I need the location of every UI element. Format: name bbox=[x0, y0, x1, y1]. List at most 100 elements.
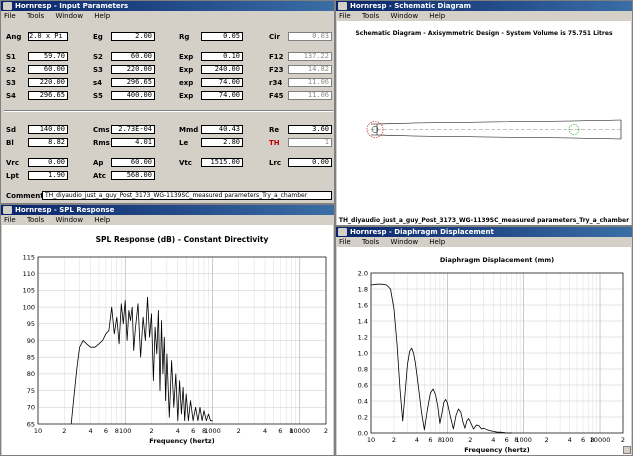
param-field-mmd[interactable]: 40.43 bbox=[201, 125, 243, 134]
param-field-eg[interactable]: 2.00 bbox=[111, 32, 155, 41]
param-label-re: Re bbox=[269, 126, 280, 134]
x-tick-label: 4 bbox=[568, 436, 572, 444]
param-field-f12[interactable]: 137.22 bbox=[288, 52, 332, 61]
menu-window[interactable]: Window bbox=[55, 12, 83, 20]
menu-tools[interactable]: Tools bbox=[362, 12, 379, 20]
input-menubar: File Tools Window Help bbox=[1, 11, 334, 21]
param-field-cms[interactable]: 2.73E-04 bbox=[111, 125, 155, 134]
param-label-s4b: S4 bbox=[6, 92, 16, 100]
window-title: Hornresp - Schematic Diagram bbox=[350, 2, 471, 10]
param-label-f12: F12 bbox=[269, 53, 284, 61]
menu-window[interactable]: Window bbox=[390, 238, 418, 246]
menu-help[interactable]: Help bbox=[94, 216, 110, 224]
param-field-rg[interactable]: 0.05 bbox=[201, 32, 243, 41]
param-field-s3b[interactable]: 220.00 bbox=[28, 78, 68, 87]
y-tick-label: 75 bbox=[27, 387, 35, 395]
param-field-s5[interactable]: 400.00 bbox=[111, 91, 155, 100]
schematic-window: Hornresp - Schematic Diagram File Tools … bbox=[335, 0, 633, 226]
menu-window[interactable]: Window bbox=[55, 216, 83, 224]
input-parameters-titlebar[interactable]: Hornresp - Input Parameters bbox=[1, 1, 334, 11]
y-tick-label: 0.6 bbox=[358, 381, 368, 389]
menu-file[interactable]: File bbox=[4, 12, 16, 20]
param-field-ang[interactable]: 2.0 x Pi bbox=[28, 32, 68, 41]
menu-file[interactable]: File bbox=[339, 238, 351, 246]
schematic-diagram bbox=[366, 119, 622, 140]
displacement-titlebar[interactable]: Hornresp - Diaphragm Displacement bbox=[336, 227, 632, 237]
param-field-r34[interactable]: 11.06 bbox=[288, 78, 332, 87]
x-tick-label: 2 bbox=[62, 427, 66, 435]
menu-file[interactable]: File bbox=[339, 12, 351, 20]
comment-field[interactable]: TH_diyaudio_just_a_guy_Post_3173_WG-1139… bbox=[42, 191, 332, 200]
x-tick-label: 2 bbox=[468, 436, 472, 444]
param-field-lrc[interactable]: 0.00 bbox=[288, 158, 332, 167]
param-label-exp2: Exp bbox=[179, 66, 194, 74]
x-tick-label: 2 bbox=[621, 436, 625, 444]
param-field-s4a[interactable]: 296.65 bbox=[111, 78, 155, 87]
horn-outline bbox=[371, 119, 622, 140]
param-label-lpt: Lpt bbox=[6, 172, 19, 180]
param-field-f23[interactable]: 14.82 bbox=[288, 65, 332, 74]
x-tick-label: 2 bbox=[237, 427, 241, 435]
x-axis-label: Frequency (hertz) bbox=[464, 446, 529, 454]
menu-file[interactable]: File bbox=[4, 216, 16, 224]
param-field-ap[interactable]: 60.00 bbox=[111, 158, 155, 167]
param-label-ap: Ap bbox=[93, 159, 104, 167]
param-field-lpt[interactable]: 1.90 bbox=[28, 171, 68, 180]
param-field-exp3[interactable]: 74.00 bbox=[201, 78, 243, 87]
param-label-le: Le bbox=[179, 139, 189, 147]
menu-tools[interactable]: Tools bbox=[362, 238, 379, 246]
menu-help[interactable]: Help bbox=[94, 12, 110, 20]
param-field-cir[interactable]: 0.03 bbox=[288, 32, 332, 41]
param-field-th[interactable]: 1 bbox=[288, 138, 332, 147]
param-field-atc[interactable]: 568.00 bbox=[111, 171, 155, 180]
separator bbox=[4, 110, 333, 112]
param-label-sd: Sd bbox=[6, 126, 17, 134]
menu-window[interactable]: Window bbox=[390, 12, 418, 20]
window-title: Hornresp - Diaphragm Displacement bbox=[350, 228, 494, 236]
param-label-r34: r34 bbox=[269, 79, 283, 87]
spl-titlebar[interactable]: Hornresp - SPL Response bbox=[1, 205, 334, 215]
param-label-mmd: Mmd bbox=[179, 126, 199, 134]
param-field-exp1[interactable]: 0.10 bbox=[201, 52, 243, 61]
x-tick-label: 4 bbox=[88, 427, 92, 435]
param-field-f45[interactable]: 11.06 bbox=[288, 91, 332, 100]
param-label-lrc: Lrc bbox=[269, 159, 282, 167]
menu-help[interactable]: Help bbox=[429, 238, 445, 246]
x-tick-label: 6 bbox=[104, 427, 108, 435]
displacement-chart: Diaphragm Displacement (mm)0.00.20.40.60… bbox=[358, 256, 625, 454]
resize-grip[interactable] bbox=[623, 446, 631, 454]
menu-tools[interactable]: Tools bbox=[27, 12, 44, 20]
app-icon bbox=[3, 206, 12, 214]
param-label-rms: Rms bbox=[93, 139, 110, 147]
param-field-vtc[interactable]: 1515.00 bbox=[201, 158, 243, 167]
param-field-s2[interactable]: 60.00 bbox=[111, 52, 155, 61]
param-field-bl[interactable]: 8.82 bbox=[28, 138, 68, 147]
menu-tools[interactable]: Tools bbox=[27, 216, 44, 224]
x-tick-label: 2 bbox=[149, 427, 153, 435]
param-label-eg: Eg bbox=[93, 33, 103, 41]
window-title: Hornresp - SPL Response bbox=[15, 206, 115, 214]
param-label-ang: Ang bbox=[6, 33, 22, 41]
param-field-vrc[interactable]: 0.00 bbox=[28, 158, 68, 167]
schematic-titlebar[interactable]: Hornresp - Schematic Diagram bbox=[336, 1, 632, 11]
x-tick-label: 100 bbox=[119, 427, 131, 435]
param-field-rms[interactable]: 4.01 bbox=[111, 138, 155, 147]
param-field-re[interactable]: 3.60 bbox=[288, 125, 332, 134]
param-label-th: TH bbox=[269, 139, 280, 147]
param-field-exp2[interactable]: 240.00 bbox=[201, 65, 243, 74]
param-field-exp4[interactable]: 74.00 bbox=[201, 91, 243, 100]
param-field-s2b[interactable]: 60.00 bbox=[28, 65, 68, 74]
param-field-s1[interactable]: 59.70 bbox=[28, 52, 68, 61]
param-field-le[interactable]: 2.80 bbox=[201, 138, 243, 147]
menu-help[interactable]: Help bbox=[429, 12, 445, 20]
y-tick-label: 90 bbox=[27, 337, 35, 345]
y-tick-label: 100 bbox=[23, 303, 35, 311]
x-tick-label: 10000 bbox=[590, 436, 611, 444]
param-label-bl: Bl bbox=[6, 139, 14, 147]
param-field-sd[interactable]: 140.00 bbox=[28, 125, 68, 134]
x-tick-label: 1000 bbox=[204, 427, 221, 435]
displacement-plot-area: Diaphragm Displacement (mm) 0.0 0.2 0.4 0.6 0… bbox=[337, 247, 631, 455]
param-field-s3a[interactable]: 220.00 bbox=[111, 65, 155, 74]
y-tick-label: 1.0 bbox=[358, 349, 368, 357]
param-field-s4b[interactable]: 296.65 bbox=[28, 91, 68, 100]
